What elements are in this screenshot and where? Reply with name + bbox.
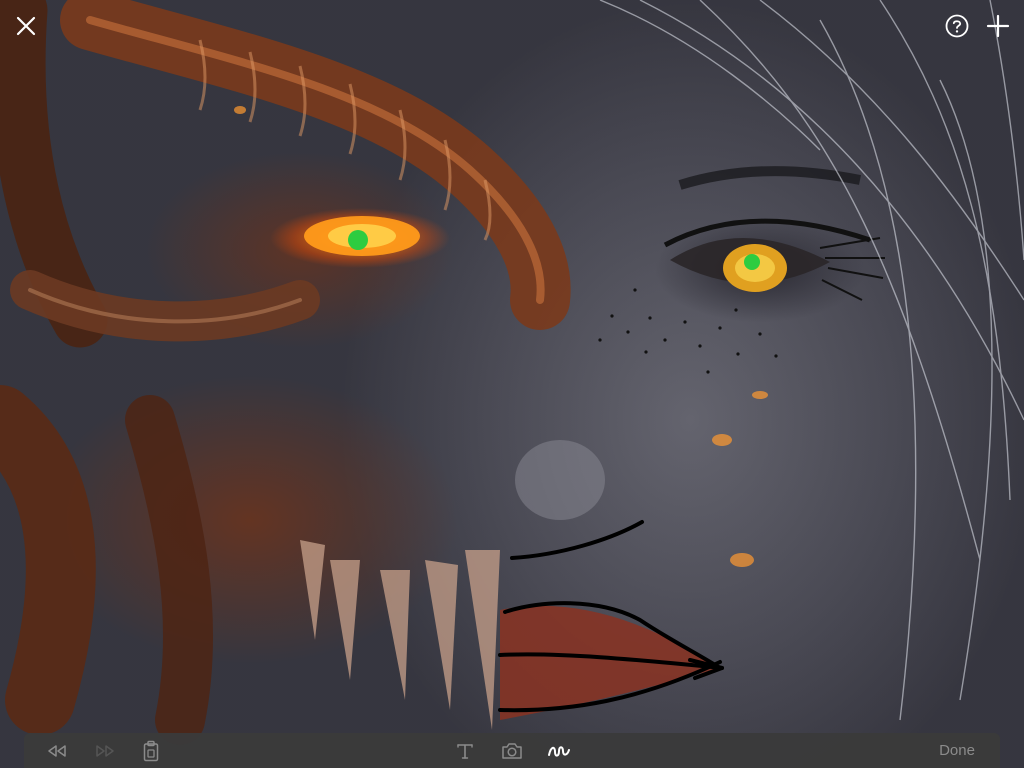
help-circle-icon [945, 14, 969, 38]
screen: Done [0, 0, 1024, 768]
rewind-icon [48, 744, 66, 757]
text-tool-icon [457, 743, 473, 759]
camera-icon [502, 742, 522, 759]
dragon-eye-green-dot [348, 230, 368, 250]
plus-icon [986, 14, 1010, 38]
add-button[interactable] [984, 12, 1012, 40]
clipboard-icon [143, 740, 159, 761]
camera-button[interactable] [499, 733, 525, 768]
scribble-icon [548, 745, 570, 757]
text-tool-button[interactable] [452, 733, 478, 768]
help-button[interactable] [943, 12, 971, 40]
freckles [598, 288, 778, 374]
hair-strands [599, 0, 1024, 721]
nose-highlight [515, 440, 605, 520]
artwork-drawing [0, 0, 1024, 745]
dragon-horns [0, 0, 571, 745]
woman-eye [663, 166, 885, 301]
image-canvas[interactable] [0, 0, 1024, 768]
draw-tool-button[interactable] [545, 733, 573, 768]
fast-forward-button[interactable] [90, 733, 120, 768]
fast-forward-icon [96, 744, 114, 757]
rewind-button[interactable] [42, 733, 72, 768]
bottom-toolbar: Done [24, 733, 1000, 768]
close-icon [16, 16, 36, 36]
dragon-fangs [300, 540, 500, 730]
done-button[interactable]: Done [932, 733, 982, 768]
close-button[interactable] [12, 12, 40, 40]
paste-button[interactable] [138, 733, 164, 768]
